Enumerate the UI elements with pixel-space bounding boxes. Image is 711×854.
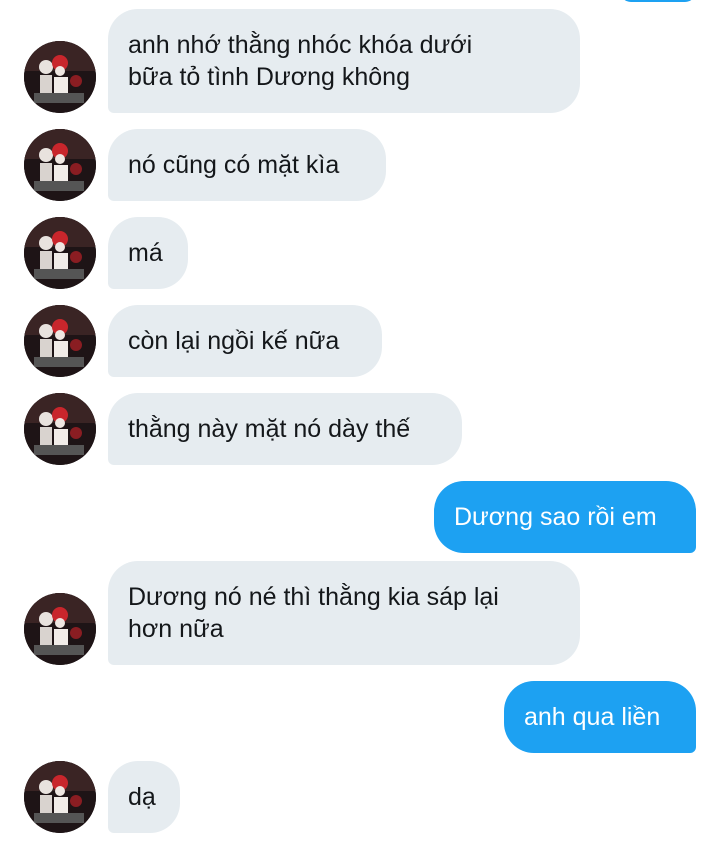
- message-row-incoming: nó cũng có mặt kìa: [0, 129, 711, 201]
- message-row-incoming: dạ: [0, 761, 711, 833]
- contact-avatar[interactable]: [24, 305, 96, 377]
- message-bubble-incoming[interactable]: thằng này mặt nó dày thế: [108, 393, 462, 465]
- avatar-photo-icon: [24, 393, 96, 465]
- message-row-incoming: thằng này mặt nó dày thế: [0, 393, 711, 465]
- message-bubble-incoming[interactable]: dạ: [108, 761, 180, 833]
- contact-avatar[interactable]: [24, 761, 96, 833]
- message-bubble-incoming[interactable]: anh nhớ thằng nhóc khóa dưới bữa tỏ tình…: [108, 9, 580, 113]
- avatar-photo-icon: [24, 41, 96, 113]
- avatar-photo-icon: [24, 129, 96, 201]
- message-bubble-outgoing[interactable]: Dương sao rồi em: [434, 481, 696, 553]
- previous-message-bubble-edge: [620, 0, 696, 2]
- message-bubble-outgoing[interactable]: anh qua liền: [504, 681, 696, 753]
- avatar-photo-icon: [24, 761, 96, 833]
- message-row-incoming: má: [0, 217, 711, 289]
- contact-avatar[interactable]: [24, 129, 96, 201]
- message-row-outgoing: Dương sao rồi em: [0, 481, 711, 553]
- contact-avatar[interactable]: [24, 217, 96, 289]
- message-row-incoming: Dương nó né thì thằng kia sáp lại hơn nữ…: [0, 561, 711, 665]
- avatar-photo-icon: [24, 593, 96, 665]
- message-bubble-incoming[interactable]: Dương nó né thì thằng kia sáp lại hơn nữ…: [108, 561, 580, 665]
- message-row-incoming: còn lại ngồi kế nữa: [0, 305, 711, 377]
- message-bubble-incoming[interactable]: má: [108, 217, 188, 289]
- message-bubble-incoming[interactable]: còn lại ngồi kế nữa: [108, 305, 382, 377]
- contact-avatar[interactable]: [24, 41, 96, 113]
- message-row-incoming: anh nhớ thằng nhóc khóa dưới bữa tỏ tình…: [0, 9, 711, 113]
- message-bubble-incoming[interactable]: nó cũng có mặt kìa: [108, 129, 386, 201]
- avatar-photo-icon: [24, 305, 96, 377]
- contact-avatar[interactable]: [24, 593, 96, 665]
- message-row-outgoing: anh qua liền: [0, 681, 711, 753]
- contact-avatar[interactable]: [24, 393, 96, 465]
- avatar-photo-icon: [24, 217, 96, 289]
